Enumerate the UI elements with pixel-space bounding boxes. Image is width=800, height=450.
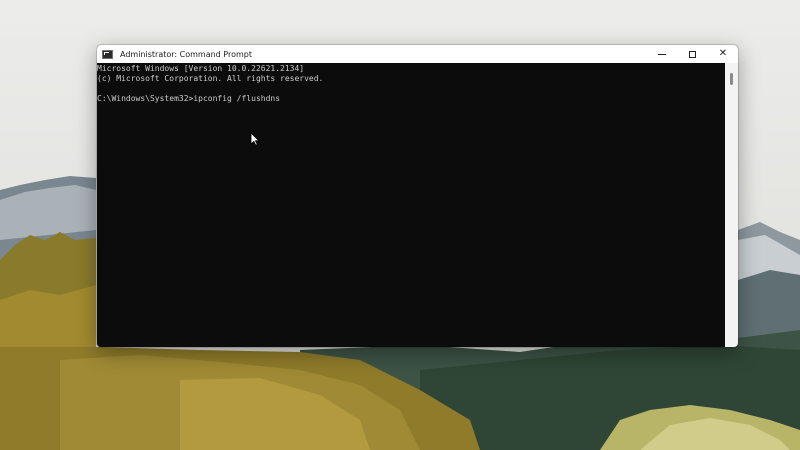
command-prompt-window[interactable]: Administrator: Command Prompt ✕ Microsof… [97,45,738,347]
minimize-button[interactable] [646,45,677,63]
maximize-icon [689,50,696,58]
console-output[interactable]: Microsoft Windows [Version 10.0.22621.21… [97,63,725,347]
window-title: Administrator: Command Prompt [120,49,252,59]
cmd-icon [102,49,113,59]
maximize-button[interactable] [677,45,708,63]
window-controls: ✕ [646,45,738,63]
scrollbar-thumb[interactable] [730,73,733,85]
console-line: (c) Microsoft Corporation. All rights re… [97,74,324,83]
minimize-icon [657,53,666,55]
close-button[interactable]: ✕ [708,45,738,63]
close-icon: ✕ [718,48,728,59]
console-command-line[interactable]: C:\Windows\System32>ipconfig /flushdns [97,94,725,104]
title-bar[interactable]: Administrator: Command Prompt ✕ [97,45,738,63]
arrow-cursor-icon [250,132,260,146]
console-line: Microsoft Windows [Version 10.0.22621.21… [97,64,305,73]
vertical-scrollbar[interactable] [725,63,738,347]
